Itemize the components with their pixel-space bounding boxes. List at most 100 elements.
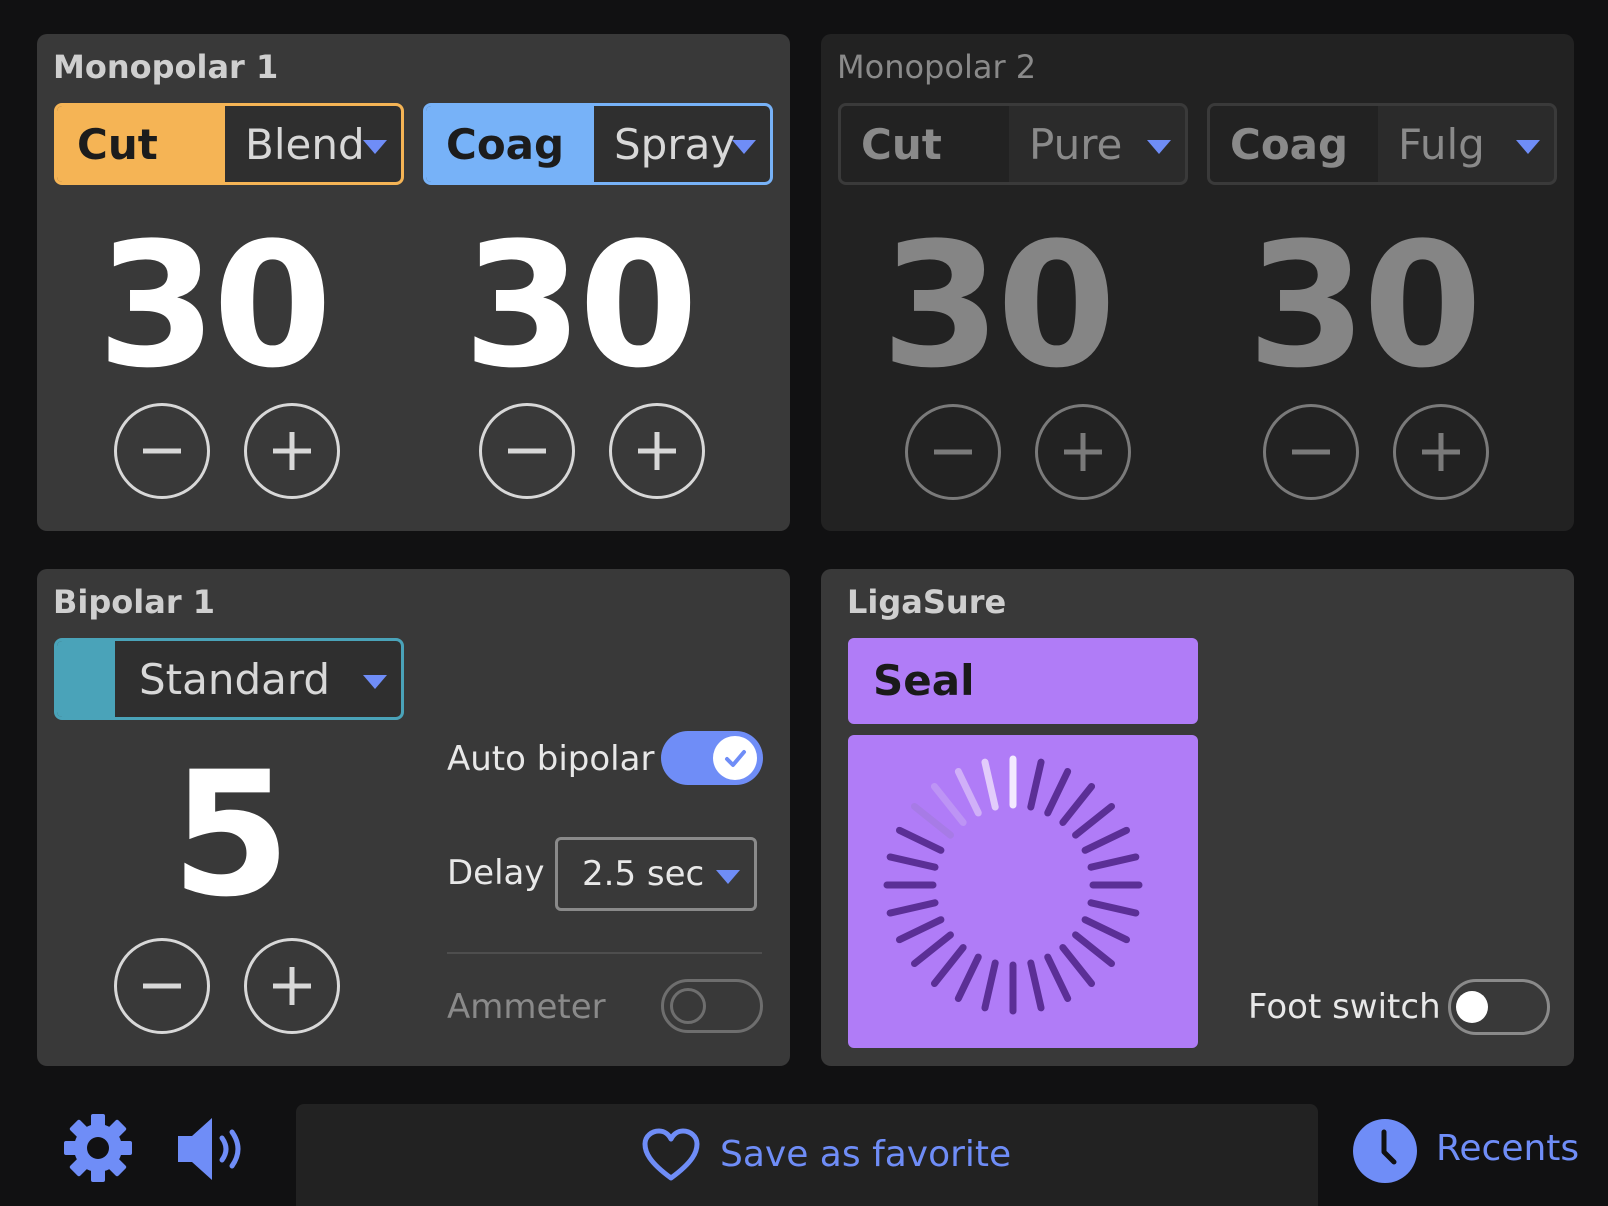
plus-icon bbox=[1422, 433, 1460, 471]
chevron-down-icon bbox=[732, 140, 756, 154]
coag-mode-dropdown[interactable]: Spray bbox=[594, 106, 770, 182]
spinner-tick bbox=[1059, 782, 1096, 826]
save-favorite-button[interactable]: Save as favorite bbox=[296, 1104, 1318, 1206]
coag-label: Coag bbox=[426, 106, 594, 182]
coag-power-value: 30 bbox=[463, 205, 698, 406]
cut-power-value: 30 bbox=[97, 205, 332, 406]
ligasure-mode-tab[interactable]: Seal bbox=[848, 638, 1198, 724]
toggle-knob bbox=[713, 736, 757, 780]
seal-activation-area[interactable] bbox=[848, 735, 1198, 1048]
spinner-tick bbox=[1059, 944, 1096, 988]
minus-icon bbox=[143, 448, 181, 454]
panel-title: Monopolar 1 bbox=[53, 48, 279, 86]
plus-icon bbox=[273, 967, 311, 1005]
cut-label: Cut bbox=[57, 106, 225, 182]
spinner-tick bbox=[930, 944, 967, 988]
coag-mode-value: Fulg bbox=[1398, 119, 1485, 169]
cut-mode-dropdown[interactable]: Blend bbox=[225, 106, 401, 182]
recents-button[interactable]: Recents bbox=[1352, 1116, 1579, 1186]
coag-mode-selector[interactable]: Coag Spray bbox=[423, 103, 773, 185]
chevron-down-icon bbox=[1147, 140, 1171, 154]
bipolar-mode-selector[interactable]: Standard bbox=[54, 638, 404, 720]
minus-icon bbox=[934, 449, 972, 455]
coag-decrease-button[interactable] bbox=[1263, 404, 1359, 500]
bipolar-mode-value: Standard bbox=[139, 654, 331, 704]
foot-switch-label: Foot switch bbox=[1248, 987, 1441, 1027]
cut-mode-dropdown[interactable]: Pure bbox=[1009, 106, 1185, 182]
heart-icon bbox=[642, 1128, 700, 1181]
cut-increase-button[interactable] bbox=[244, 403, 340, 499]
panel-ligasure: LigaSure Seal Foot switch bbox=[821, 569, 1574, 1066]
delay-dropdown[interactable]: 2.5 sec bbox=[555, 837, 757, 911]
coag-decrease-button[interactable] bbox=[479, 403, 575, 499]
spinner-tick bbox=[954, 953, 982, 1003]
cut-power-value: 30 bbox=[881, 205, 1116, 406]
spinner-tick bbox=[1087, 853, 1140, 871]
ligasure-mode-label: Seal bbox=[873, 656, 975, 705]
foot-switch-toggle[interactable] bbox=[1448, 979, 1550, 1035]
recents-label: Recents bbox=[1436, 1128, 1580, 1169]
spinner-tick bbox=[1044, 953, 1072, 1003]
spinner-tick bbox=[1081, 826, 1131, 854]
check-icon bbox=[725, 750, 746, 767]
spinner-tick bbox=[1081, 916, 1131, 944]
coag-mode-value: Spray bbox=[614, 119, 736, 169]
spinner-tick bbox=[1072, 802, 1116, 839]
settings-button[interactable] bbox=[62, 1112, 134, 1184]
clock-icon bbox=[1353, 1119, 1417, 1183]
coag-mode-selector[interactable]: Coag Fulg bbox=[1207, 103, 1557, 185]
panel-title: Bipolar 1 bbox=[53, 583, 215, 621]
chevron-down-icon bbox=[1516, 140, 1540, 154]
plus-icon bbox=[273, 432, 311, 470]
bipolar-color-tab bbox=[57, 641, 115, 717]
cut-increase-button[interactable] bbox=[1035, 404, 1131, 500]
toggle-knob bbox=[1456, 991, 1488, 1023]
cut-mode-selector[interactable]: Cut Pure bbox=[838, 103, 1188, 185]
panel-monopolar-2[interactable]: Monopolar 2 Cut Pure Coag Fulg 30 30 bbox=[821, 34, 1574, 531]
plus-icon bbox=[638, 432, 676, 470]
auto-bipolar-label: Auto bipolar bbox=[447, 739, 655, 779]
coag-mode-dropdown[interactable]: Fulg bbox=[1378, 106, 1554, 182]
cut-decrease-button[interactable] bbox=[114, 403, 210, 499]
chevron-down-icon bbox=[716, 870, 740, 884]
minus-icon bbox=[508, 448, 546, 454]
spinner-tick bbox=[1087, 899, 1140, 917]
plus-icon bbox=[1064, 433, 1102, 471]
toggle-knob bbox=[670, 988, 706, 1024]
bipolar-increase-button[interactable] bbox=[244, 938, 340, 1034]
gear-icon bbox=[64, 1114, 132, 1182]
coag-increase-button[interactable] bbox=[609, 403, 705, 499]
spinner-icon bbox=[883, 755, 1143, 1015]
bipolar-mode-dropdown[interactable]: Standard bbox=[115, 641, 401, 717]
coag-increase-button[interactable] bbox=[1393, 404, 1489, 500]
spinner-tick bbox=[954, 767, 982, 817]
spinner-tick bbox=[1027, 758, 1045, 811]
divider bbox=[447, 952, 762, 954]
spinner-tick bbox=[895, 826, 945, 854]
chevron-down-icon bbox=[363, 140, 387, 154]
panel-bipolar-1: Bipolar 1 Standard 5 Auto bipolar Delay … bbox=[37, 569, 790, 1066]
bipolar-decrease-button[interactable] bbox=[114, 938, 210, 1034]
spinner-tick bbox=[981, 758, 999, 811]
chevron-down-icon bbox=[363, 675, 387, 689]
coag-power-value: 30 bbox=[1247, 205, 1482, 406]
cut-mode-selector[interactable]: Cut Blend bbox=[54, 103, 404, 185]
delay-value: 2.5 sec bbox=[582, 854, 705, 894]
ammeter-label: Ammeter bbox=[447, 987, 606, 1027]
minus-icon bbox=[1292, 449, 1330, 455]
spinner-tick bbox=[981, 959, 999, 1012]
ammeter-toggle[interactable] bbox=[661, 979, 763, 1033]
minus-icon bbox=[143, 983, 181, 989]
cut-decrease-button[interactable] bbox=[905, 404, 1001, 500]
spinner-tick bbox=[1027, 959, 1045, 1012]
speaker-icon bbox=[178, 1118, 241, 1180]
panel-title: LigaSure bbox=[847, 583, 1007, 621]
cut-label: Cut bbox=[841, 106, 1009, 182]
cut-mode-value: Blend bbox=[245, 119, 365, 169]
save-favorite-label: Save as favorite bbox=[720, 1134, 1012, 1175]
auto-bipolar-toggle[interactable] bbox=[661, 731, 763, 785]
cut-mode-value: Pure bbox=[1029, 119, 1123, 169]
volume-button[interactable] bbox=[174, 1114, 250, 1184]
spinner-tick bbox=[1072, 931, 1116, 968]
delay-label: Delay bbox=[447, 853, 545, 893]
